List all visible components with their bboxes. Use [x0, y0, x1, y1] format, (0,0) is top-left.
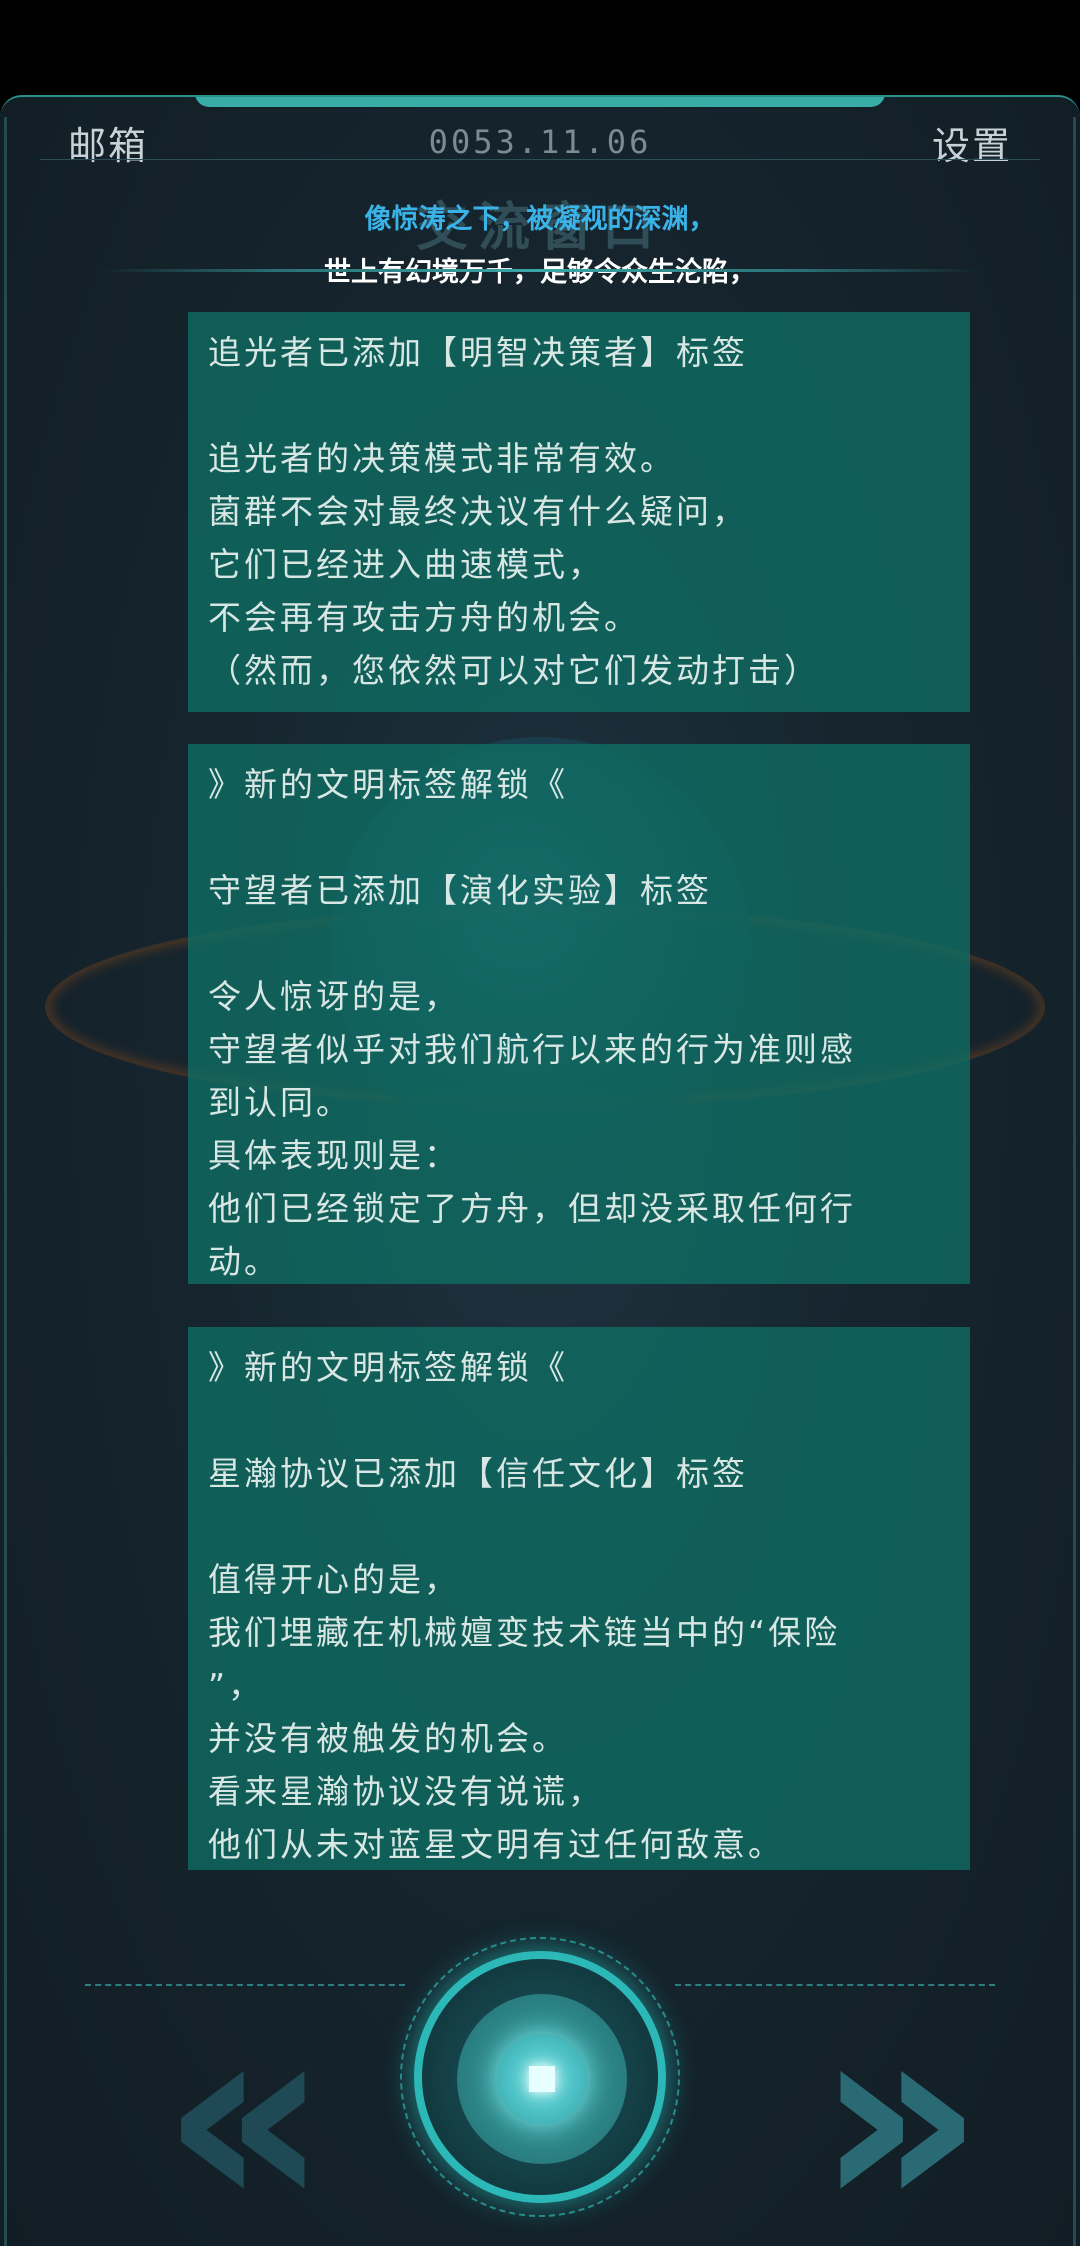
message-line — [208, 811, 950, 864]
message-line: 到认同。 — [208, 1083, 352, 1122]
message-line: 追光者的决策模式非常有效。 — [208, 439, 676, 478]
message-line — [208, 1500, 950, 1553]
settings-button[interactable]: 设置 — [932, 115, 1012, 170]
double-chevron-right-icon: » — [816, 1966, 984, 2246]
message-card: 》新的文明标签解锁《 守望者已添加【演化实验】标签 令人惊讶的是， 守望者似乎对… — [188, 744, 970, 1284]
message-line: 我们埋藏在机械嬗变技术链当中的“保险 — [208, 1613, 841, 1652]
message-line: 》新的文明标签解锁《 — [208, 765, 568, 804]
message-line: 》新的文明标签解锁《 — [208, 1348, 568, 1387]
lyric-line-1: 像惊涛之下，被凝视的深渊， — [364, 204, 716, 235]
date-label: 0053.11.06 — [428, 123, 652, 161]
message-line: 追光者已添加【明智决策者】标签 — [208, 333, 748, 372]
message-card: 》新的文明标签解锁《 星瀚协议已添加【信任文化】标签 值得开心的是， 我们埋藏在… — [188, 1327, 970, 1870]
message-line: ”， — [208, 1666, 265, 1705]
message-line: 他们已经锁定了方舟，但却没采取任何行 — [208, 1189, 856, 1228]
message-line: 不会再有攻击方舟的机会。 — [208, 598, 640, 637]
center-action-button[interactable] — [400, 1937, 680, 2217]
app-frame: 邮箱 0053.11.06 设置 交流窗口 像惊涛之下，被凝视的深渊， 世上有幻… — [0, 95, 1080, 2246]
message-line: （然而，您依然可以对它们发动打击） — [208, 651, 820, 690]
top-glow-bar — [195, 97, 885, 107]
message-line: 星瀚协议已添加【信任文化】标签 — [208, 1454, 748, 1493]
message-line: 值得开心的是， — [208, 1560, 460, 1599]
message-line: 看来星瀚协议没有说谎， — [208, 1772, 604, 1811]
message-line — [208, 917, 950, 970]
prev-page-button[interactable]: « — [100, 1987, 330, 2246]
frame-edge-right — [1073, 117, 1076, 2246]
message-line: 具体表现则是： — [208, 1136, 460, 1175]
double-chevron-left-icon: « — [161, 1966, 329, 2246]
square-core-icon — [529, 2066, 555, 2092]
frame-edge-left — [4, 117, 7, 2246]
message-line: 并没有被触发的机会。 — [208, 1719, 568, 1758]
message-line: 动。 — [208, 1242, 280, 1281]
message-line: 守望者已添加【演化实验】标签 — [208, 871, 712, 910]
message-line: 守望者似乎对我们航行以来的行为准则感 — [208, 1030, 856, 1069]
message-line: 令人惊讶的是， — [208, 977, 460, 1016]
message-card: 追光者已添加【明智决策者】标签 追光者的决策模式非常有效。 菌群不会对最终决议有… — [188, 312, 970, 712]
title-underline — [100, 269, 980, 272]
message-line — [208, 1394, 950, 1447]
message-line — [208, 379, 950, 432]
header-divider — [40, 159, 1040, 160]
message-line: 他们从未对蓝星文明有过任何敌意。 — [208, 1825, 784, 1864]
message-line: 它们已经进入曲速模式， — [208, 545, 604, 584]
next-page-button[interactable]: » — [755, 1987, 985, 2246]
message-line: 菌群不会对最终决议有什么疑问， — [208, 492, 748, 531]
